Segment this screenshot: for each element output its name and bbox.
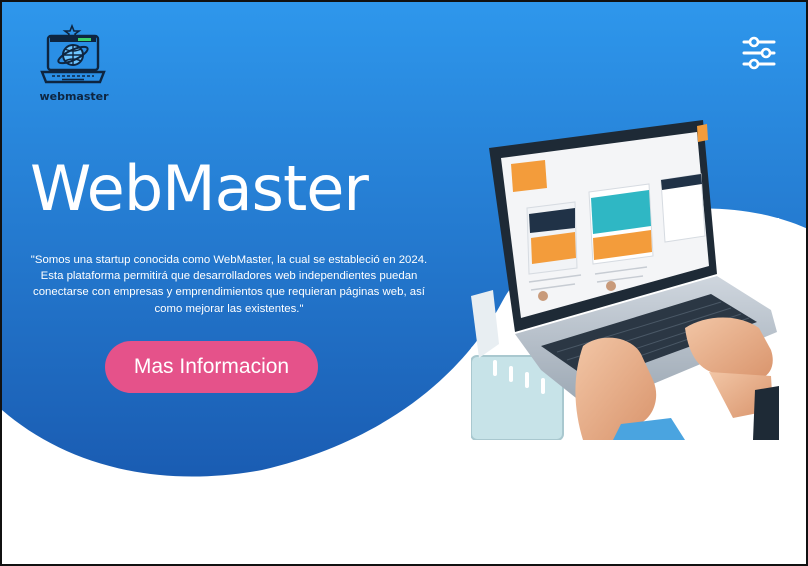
hero-title: WebMaster xyxy=(30,152,369,225)
laptop-photo xyxy=(471,120,779,440)
laptop-globe-icon xyxy=(40,23,106,84)
mas-informacion-button[interactable]: Mas Informacion xyxy=(105,341,318,393)
brand-logo[interactable]: webmaster xyxy=(38,23,110,108)
sliders-menu-icon[interactable] xyxy=(742,36,776,70)
page-frame: webmaster WebMaster "Somos una startup c… xyxy=(0,0,808,566)
logo-text: webmaster xyxy=(39,90,109,103)
hero-description: "Somos una startup conocida como WebMast… xyxy=(30,254,428,315)
menu-sliders-glyph xyxy=(742,36,776,70)
